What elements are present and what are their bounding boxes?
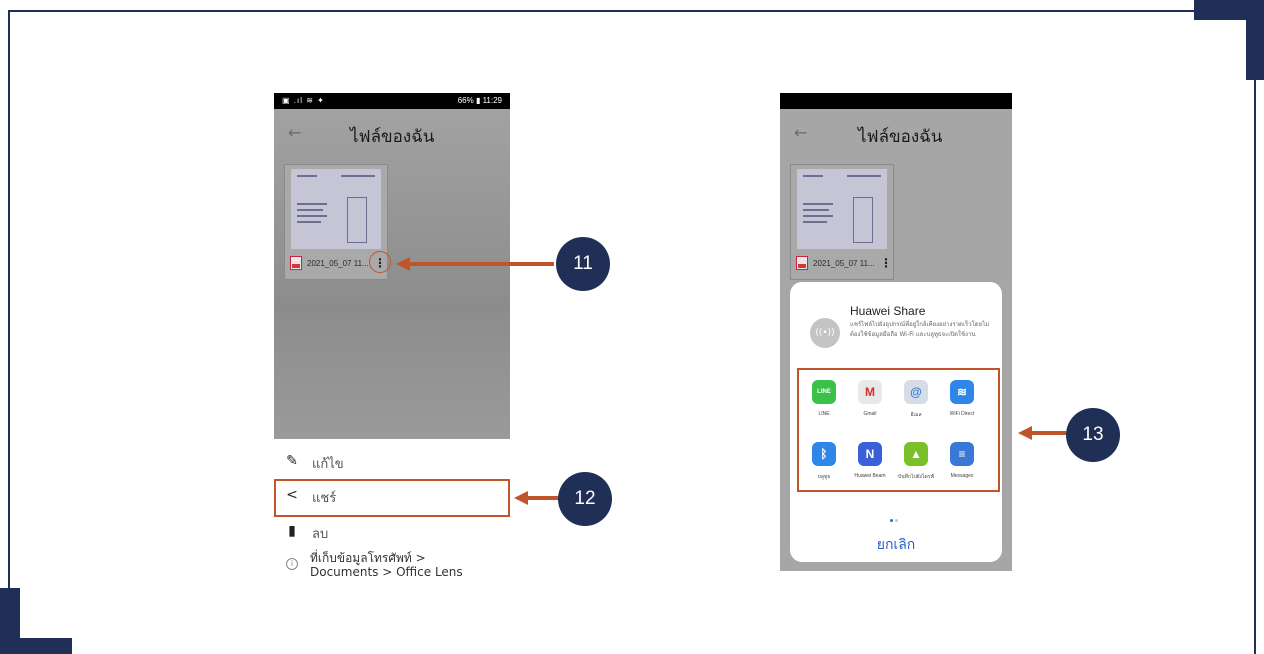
document-thumbnail	[797, 169, 887, 249]
huawei-share-description: แชร์ไฟล์ไปยังอุปกรณ์ที่อยู่ใกล้เคียงอย่า…	[850, 321, 990, 338]
arrow-11-line	[408, 262, 554, 266]
share-apps-highlight	[797, 368, 1000, 492]
trash-icon: ▮	[288, 523, 296, 539]
arrow-11-head	[396, 257, 410, 271]
more-options-highlight	[369, 251, 391, 273]
cancel-button[interactable]: ยกเลิก	[790, 534, 1002, 556]
frame-left-line	[8, 10, 10, 590]
frame-top-line	[8, 10, 1208, 12]
file-card[interactable]: 2021_05_07 11... ⋮	[790, 164, 894, 280]
phone-screenshot-share-sheet: ← ไฟล์ของฉัน 2021_05_07 11... ⋮ ((•)) Hu…	[780, 93, 1012, 571]
frame-right-line	[1254, 80, 1256, 654]
share-highlight	[274, 479, 510, 517]
corner-bracket-bottom-left-foot	[0, 638, 72, 654]
pencil-icon: ✎	[286, 453, 298, 469]
slide-canvas: ▣ .ıl ≋ ✦ 66% ▮ 11:29 ← ไฟล์ของฉัน 2021_…	[0, 0, 1264, 654]
info-icon: i	[286, 558, 298, 570]
arrow-13-line	[1030, 431, 1066, 435]
status-bar	[780, 93, 1012, 109]
arrow-12-head	[514, 491, 528, 505]
battery-time: 66% ▮ 11:29	[457, 96, 502, 105]
document-thumbnail	[291, 169, 381, 249]
arrow-13-head	[1018, 426, 1032, 440]
delete-menu-item[interactable]: ▮ ลบ	[284, 519, 504, 547]
edit-menu-item[interactable]: ✎ แก้ไข	[284, 449, 504, 477]
more-options-icon[interactable]: ⋮	[880, 256, 892, 270]
huawei-share-title: Huawei Share	[850, 304, 926, 318]
back-arrow-icon[interactable]: ←	[794, 123, 807, 142]
pdf-file-icon	[290, 256, 302, 270]
arrow-12-line	[526, 496, 558, 500]
huawei-share-icon[interactable]: ((•))	[810, 318, 840, 348]
file-location-info: i ที่เก็บข้อมูลโทรศัพท์ > Documents > Of…	[284, 550, 504, 581]
file-name: 2021_05_07 11...	[307, 259, 369, 268]
edit-label: แก้ไข	[312, 457, 344, 472]
step-badge-12: 12	[558, 472, 612, 526]
status-bar: ▣ .ıl ≋ ✦ 66% ▮ 11:29	[274, 93, 510, 109]
page-title: ไฟล์ของฉัน	[350, 127, 435, 147]
page-title: ไฟล์ของฉัน	[858, 127, 943, 147]
delete-label: ลบ	[312, 527, 329, 542]
status-icons: ▣ .ıl ≋ ✦	[282, 96, 325, 105]
step-badge-11: 11	[556, 237, 610, 291]
step-badge-13: 13	[1066, 408, 1120, 462]
page-indicator	[890, 507, 904, 522]
file-name: 2021_05_07 11...	[813, 259, 875, 268]
pdf-file-icon	[796, 256, 808, 270]
file-location-text: ที่เก็บข้อมูลโทรศัพท์ > Documents > Offi…	[310, 551, 463, 579]
back-arrow-icon[interactable]: ←	[288, 123, 301, 142]
corner-bracket-top-right-inner	[1194, 20, 1246, 80]
